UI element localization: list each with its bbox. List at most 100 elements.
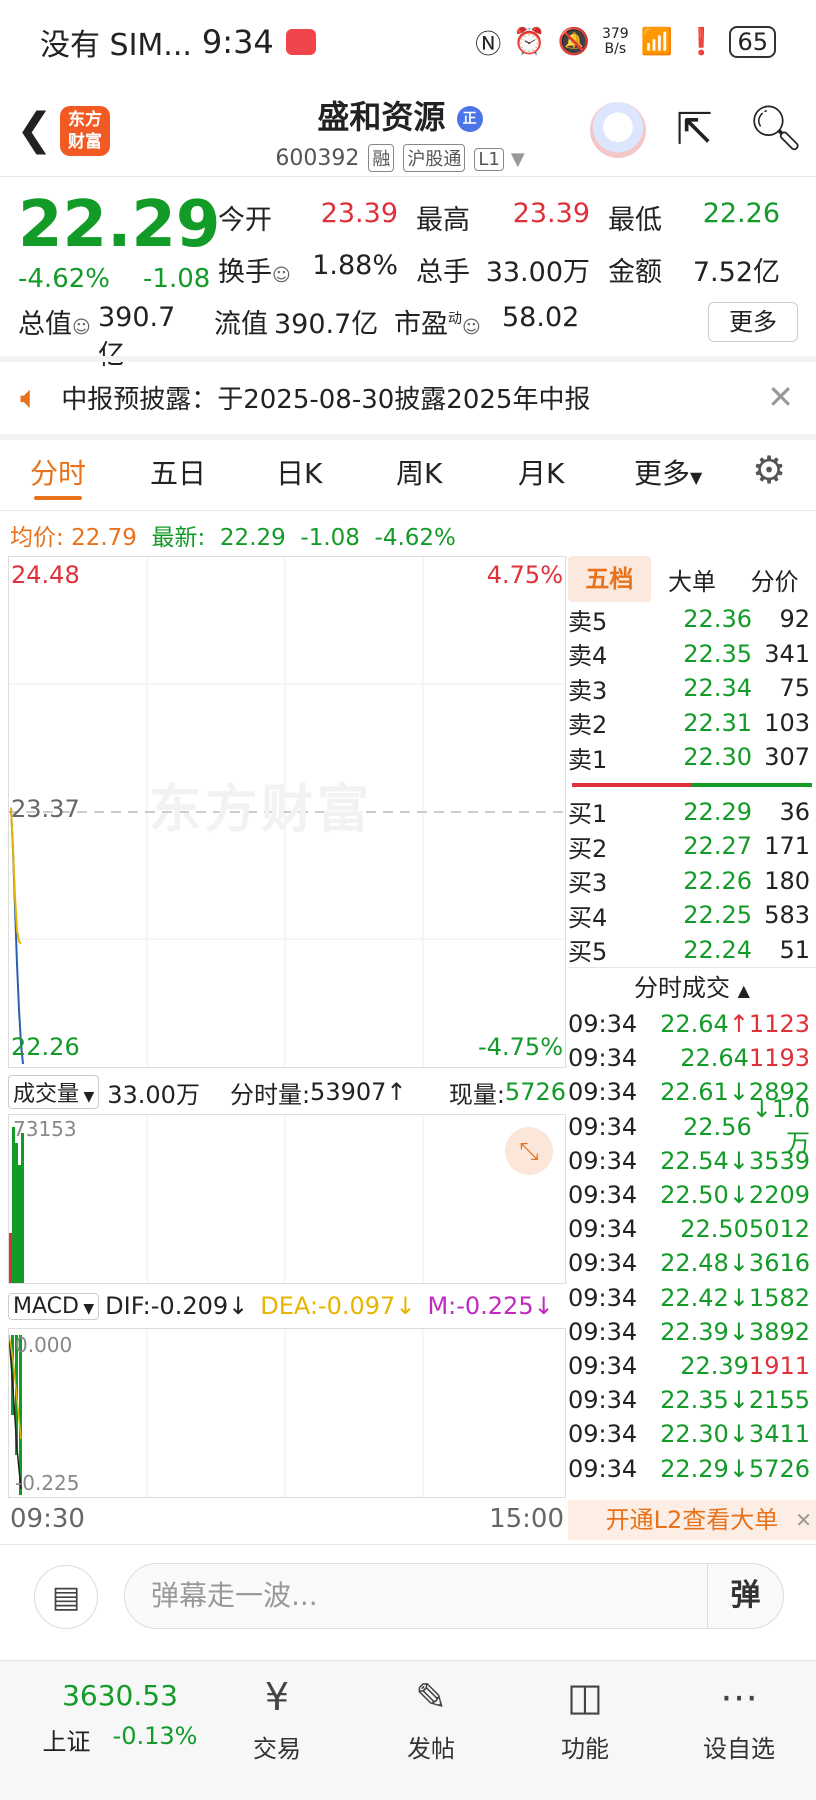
volume-dropdown-label: 成交量 (13, 1082, 80, 1107)
info-icon[interactable]: ☺ (72, 317, 91, 338)
l2-upgrade-banner[interactable]: 开通L2查看大单 ✕ (568, 1500, 816, 1540)
status-icons: Ⓝ ⏰ 🔕 379 B/s 📶 ❗ 65 (475, 24, 776, 61)
macd-chart-svg (9, 1329, 424, 1497)
tick-price: 22.29 (660, 1454, 729, 1483)
close-icon[interactable]: ✕ (767, 378, 794, 416)
notice-bar[interactable]: 🔈︎ 中报预披露：于2025-08-30披露2025年中报 ✕ (0, 362, 816, 432)
order-book-tabs: 五档 大单 分价 (568, 556, 816, 602)
macd-chart[interactable]: 0.000 -0.225 (8, 1328, 566, 1498)
grid-icon: ◫ (567, 1675, 603, 1719)
caret-up-icon: ▲ (737, 981, 750, 1000)
tick-volume-label: 分时量: (229, 1080, 311, 1109)
tick-price: 22.48 (660, 1249, 729, 1278)
more-button[interactable]: 更多 (708, 302, 798, 342)
tick-time: 09:34 (568, 1078, 638, 1107)
search-icon[interactable]: 🔍︎ (748, 102, 804, 154)
macd-dropdown-label: MACD (13, 1293, 79, 1319)
danmaku-placeholder: 弹幕走一波... (151, 1579, 318, 1612)
tick-time: 09:34 (568, 1283, 638, 1312)
expand-icon[interactable]: ⤡ (505, 1127, 553, 1175)
tick-volume-value: 1911 (748, 1351, 810, 1380)
volume-bar (15, 1143, 18, 1283)
ask-volume: 75 (779, 674, 810, 703)
intraday-chart[interactable]: 东方财富 24.48 4.75% 23.37 22.26 -4.75% (8, 556, 566, 1068)
tick-price: 22.64 (660, 1010, 729, 1039)
down-arrow-icon: ↓ (533, 1292, 554, 1320)
chart-tabs: 分时 五日 日K 周K 月K 更多▼ ⚙ (0, 442, 816, 508)
tick-volume-value: 3616 (748, 1249, 810, 1278)
chevron-down-icon[interactable]: ▼ (511, 149, 525, 170)
info-icon[interactable]: ☺ (272, 265, 291, 286)
low-label: 最低 (608, 205, 662, 236)
tab-weekly-k[interactable]: 周K (396, 452, 442, 492)
zheng-badge-icon: 正 (456, 106, 483, 132)
tick-row: 09:34 22.50 ↓2209 (568, 1178, 816, 1212)
tick-arrow-icon: ↓ (728, 1146, 749, 1175)
logo-line2: 财富 (68, 132, 102, 152)
nav-trade[interactable]: ¥ 交易 (222, 1675, 332, 1764)
tab-more[interactable]: 更多▼ (634, 452, 702, 492)
bid-volume: 36 (779, 797, 810, 826)
nav-add-watchlist[interactable]: ⋯ 设自选 (684, 1675, 794, 1764)
ask-price: 22.36 (683, 605, 752, 634)
notes-icon[interactable]: ▤ (34, 1565, 98, 1629)
danmaku-toggle-button[interactable]: 弹 (707, 1564, 783, 1628)
robot-assistant-icon[interactable] (590, 102, 646, 158)
volume-bar (21, 1133, 24, 1283)
macd-dropdown[interactable]: MACD ▼ (8, 1292, 100, 1320)
bid-row: 买1 22.29 36 (568, 795, 816, 830)
info-icon[interactable]: ☺ (462, 317, 481, 338)
ask-price: 22.30 (683, 743, 752, 772)
tick-arrow-icon: ↓ (751, 1095, 772, 1124)
tick-row: 09:34 22.48 ↓3616 (568, 1246, 816, 1280)
danmaku-input[interactable]: 弹幕走一波... 弹 (124, 1563, 784, 1629)
ask-label: 卖1 (568, 745, 608, 774)
mute-icon: 🔕 (557, 27, 590, 57)
tab-big-orders[interactable]: 大单 (651, 562, 734, 597)
volume-dropdown[interactable]: 成交量 ▼ (8, 1075, 100, 1109)
alarm-icon: ⏰ (513, 27, 546, 57)
macd-top-label: 0.000 (15, 1333, 73, 1357)
tick-row: 09:34 22.42 ↓1582 (568, 1281, 816, 1315)
time-axis: 09:30 15:00 (8, 1504, 566, 1538)
ask-volume: 307 (764, 743, 810, 772)
gear-icon[interactable]: ⚙ (752, 448, 786, 492)
ticks-header[interactable]: 分时成交 ▲ (568, 967, 816, 1007)
share-icon[interactable]: ⇱ (676, 104, 713, 155)
tick-price: 22.30 (660, 1420, 729, 1449)
ask-volume: 341 (764, 639, 810, 668)
ask-row: 卖5 22.36 92 (568, 602, 816, 637)
macd-header: MACD ▼ DIF:-0.209 ↓ DEA:-0.097 ↓ M:-0.225 ↓ (8, 1286, 566, 1326)
avg-label: 均价: (10, 525, 64, 551)
nav-post[interactable]: ✎ 发帖 (376, 1675, 486, 1764)
ticks-list[interactable]: 09:34 22.64 ↑1123 09:34 22.64 1193 09:34 22.61 ↓… (568, 1007, 816, 1486)
tab-intraday[interactable]: 分时 (30, 452, 86, 492)
tick-volume: 1193 (749, 1044, 816, 1072)
close-icon[interactable]: ✕ (795, 1500, 812, 1540)
ask-label: 卖3 (568, 676, 608, 705)
index-value: 3630.53 (62, 1679, 178, 1712)
tab-price-distribution[interactable]: 分价 (733, 562, 816, 597)
tick-row: 09:34 22.56 ↓1.0万 (568, 1095, 816, 1157)
macd-dea: DEA:-0.097 (260, 1292, 396, 1320)
title-block: 盛和资源 正 600392 融 沪股通 L1 ▼ (250, 92, 550, 172)
index-ticker[interactable]: 3630.53 上证 -0.13% (30, 1679, 210, 1757)
tick-time: 09:34 (568, 1317, 638, 1346)
ask-label: 卖4 (568, 642, 608, 671)
tab-five-levels[interactable]: 五档 (568, 556, 651, 602)
nfc-icon: Ⓝ (475, 29, 502, 60)
tick-arrow-icon: ↓ (728, 1249, 749, 1278)
eastmoney-logo[interactable]: 东方 财富 (60, 106, 110, 156)
tab-monthly-k[interactable]: 月K (518, 452, 564, 492)
index-row: 上证 -0.13% (30, 1722, 210, 1757)
tick-volume-value: 1582 (748, 1283, 810, 1312)
back-arrow-icon[interactable]: ❮ (16, 104, 53, 155)
tab-daily-k[interactable]: 日K (276, 452, 322, 492)
tick-time: 09:34 (568, 1146, 638, 1175)
tab-five-day[interactable]: 五日 (150, 452, 206, 492)
ask-row: 卖2 22.31 103 (568, 706, 816, 741)
nav-functions[interactable]: ◫ 功能 (530, 1675, 640, 1764)
volume-chart[interactable]: 73153 ⤡ (8, 1114, 566, 1284)
caret-down-icon: ▼ (690, 468, 703, 487)
wifi-icon: 📶 (640, 27, 674, 57)
